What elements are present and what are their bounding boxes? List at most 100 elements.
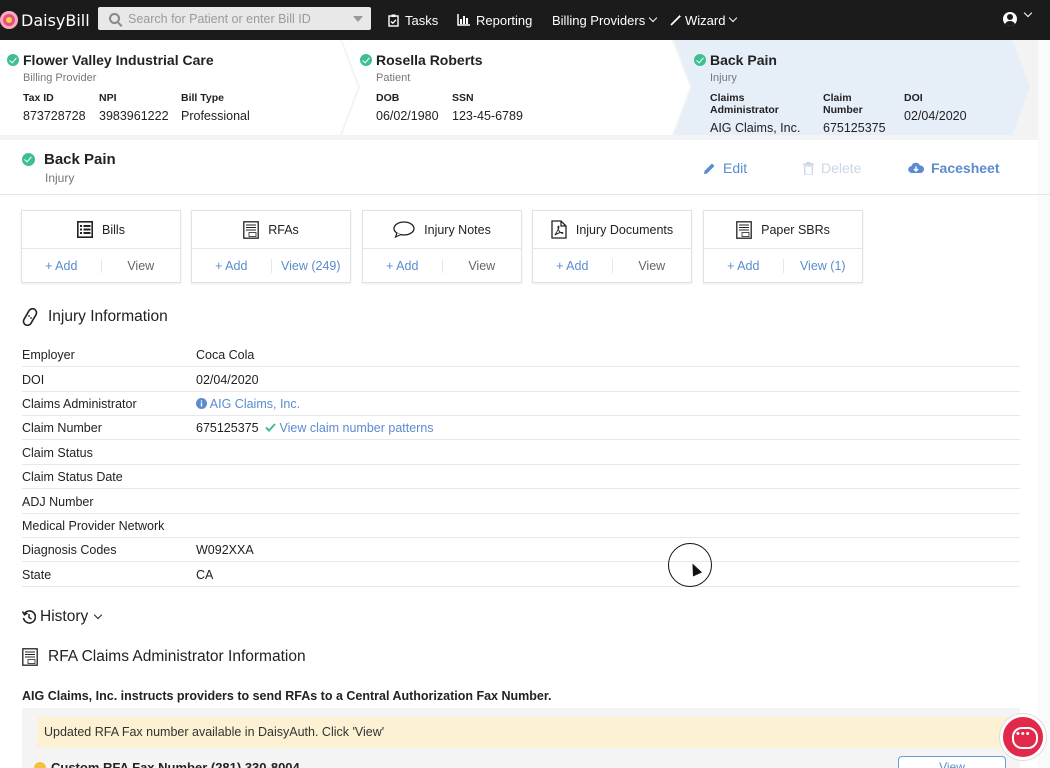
injury-notes-view-button[interactable]: View bbox=[443, 259, 522, 273]
card-injury-documents: Injury Documents + Add View bbox=[532, 210, 692, 283]
rfa-claims-admin-heading: RFA Claims Administrator Information bbox=[22, 648, 306, 666]
info-row-medical-provider-network: Medical Provider Network bbox=[22, 514, 1020, 538]
nav-wizard-label: Wizard bbox=[685, 12, 726, 28]
speech-bubble-icon bbox=[393, 221, 415, 238]
nav-reporting[interactable]: Reporting bbox=[457, 0, 532, 40]
info-row-state: State CA bbox=[22, 563, 1020, 587]
rfa-view-button[interactable]: View bbox=[898, 756, 1006, 768]
injury-information-heading: Injury Information bbox=[22, 308, 168, 326]
card-bills-title: Bills bbox=[102, 222, 125, 237]
info-row-claims-administrator: Claims Administrator AIG Claims, Inc. bbox=[22, 392, 1020, 416]
page-title: Back Pain bbox=[22, 151, 116, 168]
patient-ssn: SSN 123-45-6789 bbox=[452, 92, 523, 123]
page-subtitle: Injury bbox=[45, 171, 75, 185]
page-header: Back Pain Injury Edit Delete Facesheet bbox=[0, 140, 1050, 195]
nav-reporting-label: Reporting bbox=[476, 12, 533, 28]
card-bills: Bills + Add View bbox=[21, 210, 181, 283]
daisy-logo-icon bbox=[0, 11, 18, 29]
cloud-download-icon bbox=[908, 162, 924, 174]
pencil-icon bbox=[704, 163, 715, 174]
paper-sbrs-view-button[interactable]: View (1) bbox=[784, 259, 863, 273]
card-injury-notes: Injury Notes + Add View bbox=[362, 210, 522, 283]
top-navbar: DaisyBill Tasks Reporting Billing Provid… bbox=[0, 0, 1050, 40]
provider-tax-id: Tax ID 873728728 bbox=[23, 92, 86, 123]
delete-button[interactable]: Delete bbox=[803, 160, 861, 176]
patient-name: Rosella Roberts bbox=[376, 52, 483, 68]
check-circle-icon bbox=[360, 54, 372, 66]
injury-doi: DOI 02/04/2020 bbox=[904, 92, 967, 123]
trash-icon bbox=[803, 161, 814, 175]
bills-view-button[interactable]: View bbox=[102, 259, 181, 273]
injury-notes-add-button[interactable]: + Add bbox=[363, 259, 443, 273]
edit-button[interactable]: Edit bbox=[703, 160, 747, 176]
info-row-employer: Employer Coca Cola bbox=[22, 343, 1020, 367]
chevron-down-icon bbox=[648, 13, 658, 23]
check-circle-icon bbox=[694, 54, 706, 66]
magic-wand-icon bbox=[670, 14, 682, 26]
patient-search-input[interactable] bbox=[128, 11, 348, 26]
injury-documents-view-button[interactable]: View bbox=[613, 259, 692, 273]
search-icon bbox=[109, 13, 120, 24]
injury-claims-administrator: Claims Administrator AIG Claims, Inc. bbox=[710, 92, 801, 135]
brand-logo[interactable]: DaisyBill bbox=[0, 0, 90, 40]
view-claim-number-patterns-link[interactable]: View claim number patterns bbox=[280, 421, 434, 435]
facesheet-button[interactable]: Facesheet bbox=[908, 160, 999, 176]
rfa-instruction-note: AIG Claims, Inc. instructs providers to … bbox=[22, 689, 552, 703]
checkmark-icon bbox=[265, 423, 276, 432]
injury-name: Back Pain bbox=[710, 52, 777, 68]
nav-wizard[interactable]: Wizard bbox=[670, 0, 738, 40]
context-injury[interactable]: Back Pain Injury Claims Administrator AI… bbox=[694, 40, 1024, 135]
card-paper-sbrs-title: Paper SBRs bbox=[761, 222, 830, 237]
card-rfas-title: RFAs bbox=[268, 222, 299, 237]
provider-name: Flower Valley Industrial Care bbox=[23, 52, 214, 68]
rfa-document-icon bbox=[243, 220, 260, 239]
user-menu-chevron-icon[interactable] bbox=[1023, 8, 1033, 18]
info-row-claim-status: Claim Status bbox=[22, 441, 1020, 465]
claims-administrator-link[interactable]: AIG Claims, Inc. bbox=[196, 397, 300, 411]
chevron-down-icon bbox=[729, 13, 738, 23]
bills-add-button[interactable]: + Add bbox=[22, 259, 102, 273]
card-rfas: RFAs + Add View (249) bbox=[191, 210, 351, 283]
context-patient[interactable]: Rosella Roberts Patient DOB 06/02/1980 S… bbox=[360, 40, 660, 135]
history-icon bbox=[22, 610, 36, 624]
injury-documents-add-button[interactable]: + Add bbox=[533, 259, 613, 273]
info-row-claim-status-date: Claim Status Date bbox=[22, 465, 1020, 489]
patient-dob: DOB 06/02/1980 bbox=[376, 92, 439, 123]
clipboard-icon bbox=[388, 14, 399, 27]
rfas-view-button[interactable]: View (249) bbox=[272, 259, 351, 273]
bandage-icon bbox=[22, 308, 38, 326]
patient-search-box[interactable] bbox=[98, 7, 371, 30]
injury-subtitle: Injury bbox=[710, 72, 737, 84]
custom-rfa-fax-number: Custom RFA Fax Number (281) 330-8004 bbox=[34, 760, 300, 768]
bar-chart-icon bbox=[457, 14, 470, 26]
search-dropdown-caret-icon[interactable] bbox=[353, 16, 363, 22]
nav-billing-providers-label: Billing Providers bbox=[552, 12, 646, 28]
nav-tasks[interactable]: Tasks bbox=[388, 0, 438, 40]
chat-support-button[interactable] bbox=[1000, 714, 1046, 760]
context-billing-provider[interactable]: Flower Valley Industrial Care Billing Pr… bbox=[7, 40, 337, 135]
rfas-add-button[interactable]: + Add bbox=[192, 259, 272, 273]
provider-npi: NPI 3983961222 bbox=[99, 92, 169, 123]
card-injury-notes-title: Injury Notes bbox=[424, 222, 491, 237]
nav-billing-providers[interactable]: Billing Providers bbox=[552, 0, 658, 40]
rfa-fax-panel: Updated RFA Fax number available in Dais… bbox=[22, 708, 1020, 768]
user-account-icon[interactable] bbox=[1003, 12, 1017, 26]
check-circle-icon bbox=[7, 54, 19, 66]
chevron-down-icon bbox=[93, 610, 103, 620]
sbr-document-icon bbox=[736, 220, 752, 239]
patient-subtitle: Patient bbox=[376, 72, 411, 84]
card-injury-documents-title: Injury Documents bbox=[575, 222, 674, 237]
check-circle-icon bbox=[22, 153, 35, 166]
provider-subtitle: Billing Provider bbox=[23, 72, 97, 84]
paper-sbrs-add-button[interactable]: + Add bbox=[704, 259, 784, 273]
brand-name: DaisyBill bbox=[21, 10, 90, 30]
nav-tasks-label: Tasks bbox=[405, 12, 439, 28]
warning-icon bbox=[34, 761, 46, 768]
injury-claim-number: Claim Number 675125375 bbox=[823, 92, 886, 135]
history-toggle[interactable]: History bbox=[22, 608, 103, 626]
info-row-diagnosis-codes: Diagnosis Codes W092XXA bbox=[22, 538, 1020, 562]
card-paper-sbrs: Paper SBRs + Add View (1) bbox=[703, 210, 863, 283]
rfa-document-icon bbox=[22, 648, 38, 666]
info-row-adj-number: ADJ Number bbox=[22, 490, 1020, 514]
info-row-doi: DOI 02/04/2020 bbox=[22, 368, 1020, 392]
